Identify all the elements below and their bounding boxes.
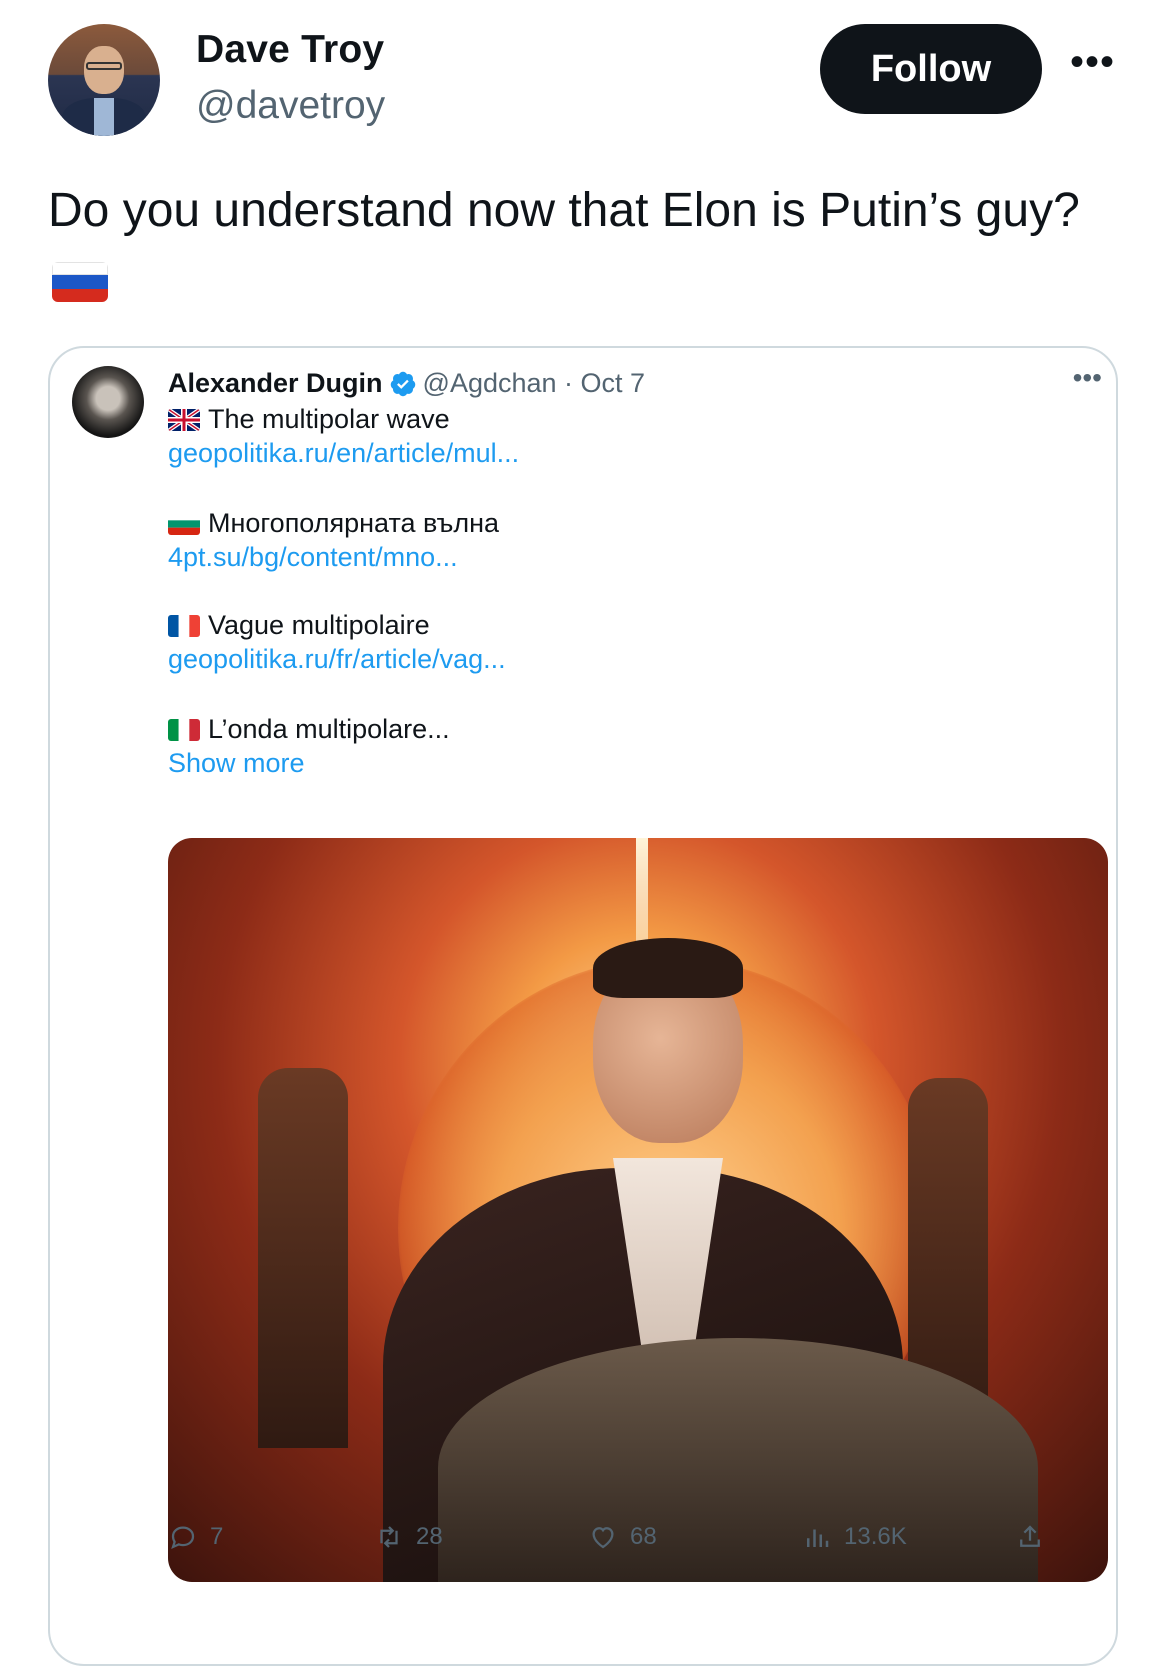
quote-link-bg[interactable]: 4pt.su/bg/content/mno... (168, 542, 458, 573)
views-count: 13.6K (844, 1523, 907, 1550)
quote-line-en: The multipolar wave (168, 404, 450, 435)
flag-stripe-blue (52, 275, 108, 289)
quoted-tweet-card[interactable]: Alexander Dugin @Agdchan · Oct 7 ••• The… (48, 346, 1118, 1666)
reply-button[interactable]: 7 (168, 1522, 223, 1552)
quote-line-text: L’onda multipolare... (208, 714, 450, 744)
retweet-count: 28 (416, 1523, 443, 1550)
quote-link-fr[interactable]: geopolitika.ru/fr/article/vag... (168, 644, 506, 675)
share-button[interactable] (1015, 1522, 1057, 1552)
tweet-text: Do you understand now that Elon is Putin… (48, 184, 1080, 237)
author-name[interactable]: Dave Troy (196, 28, 384, 72)
quote-line-text: The multipolar wave (208, 404, 450, 434)
bg-flag-icon (168, 512, 200, 535)
quote-line-text: Vague multipolaire (208, 610, 430, 640)
views-button[interactable]: 13.6K (802, 1522, 907, 1552)
author-handle[interactable]: @davetroy (196, 84, 385, 128)
image-tower-left (258, 1068, 348, 1448)
image-figure-hair (593, 938, 743, 998)
image-spaceship (438, 1338, 1038, 1582)
quoted-tweet-header: Alexander Dugin @Agdchan · Oct 7 (168, 368, 645, 399)
retweet-button[interactable]: 28 (374, 1522, 443, 1552)
quote-line-text: Многополярната вълна (208, 508, 500, 538)
quoted-handle-date[interactable]: @Agdchan · Oct 7 (423, 368, 646, 399)
like-button[interactable]: 68 (588, 1522, 657, 1552)
author-avatar[interactable] (48, 24, 160, 136)
quoted-tweet-image[interactable] (168, 838, 1108, 1582)
share-icon (1020, 1525, 1040, 1547)
reply-icon (171, 1526, 195, 1550)
verified-badge-icon (390, 371, 415, 396)
fr-flag-icon (168, 614, 200, 637)
quoted-author-name[interactable]: Alexander Dugin (168, 368, 383, 399)
it-flag-icon (168, 718, 200, 741)
quoted-author-avatar[interactable] (72, 366, 144, 438)
show-more-link[interactable]: Show more (168, 748, 305, 779)
follow-button[interactable]: Follow (820, 24, 1042, 114)
flag-stripe-white (52, 262, 108, 276)
more-options-icon[interactable]: ••• (1070, 40, 1115, 85)
avatar-face (84, 46, 124, 94)
quote-line-bg: Многополярната вълна (168, 508, 499, 539)
heart-icon (592, 1527, 614, 1549)
like-count: 68 (630, 1523, 657, 1550)
gb-flag-icon (168, 408, 200, 431)
quote-line-fr: Vague multipolaire (168, 610, 430, 641)
avatar-glasses (86, 62, 122, 70)
quote-link-en[interactable]: geopolitika.ru/en/article/mul... (168, 438, 519, 469)
russia-flag-icon (52, 262, 108, 302)
avatar-shirt (94, 98, 114, 136)
flag-stripe-red (52, 288, 108, 302)
retweet-icon (380, 1526, 398, 1548)
quoted-more-icon[interactable]: ••• (1073, 362, 1102, 394)
quote-line-it: L’onda multipolare... (168, 714, 450, 745)
analytics-icon (807, 1529, 829, 1547)
reply-count: 7 (210, 1523, 224, 1550)
